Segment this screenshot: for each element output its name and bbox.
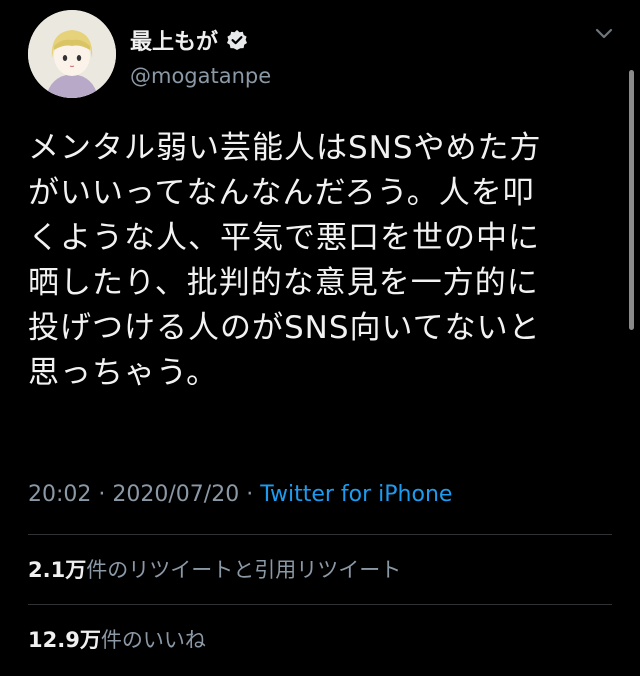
display-name-row[interactable]: 最上もが	[130, 24, 271, 56]
meta-separator: ·	[91, 482, 113, 507]
retweets-count: 2.1万	[28, 558, 87, 582]
divider	[28, 534, 612, 535]
tweet-line: メンタル弱い芸能人はSNSやめた方	[28, 130, 542, 166]
scrollbar[interactable]	[629, 70, 634, 330]
tweet-text: メンタル弱い芸能人はSNSやめた方 がいいってなんなんだろう。人を叩 くような人…	[28, 126, 618, 396]
handle[interactable]: @mogatanpe	[130, 64, 271, 88]
tweet-line: 思っちゃう。	[28, 355, 219, 391]
tweet-time[interactable]: 20:02	[28, 482, 91, 507]
meta-separator: ·	[239, 482, 261, 507]
display-name[interactable]: 最上もが	[130, 24, 218, 56]
likes-count: 12.9万	[28, 628, 101, 652]
tweet-line: 晒したり、批判的な意見を一方的に	[28, 265, 539, 301]
chevron-down-icon[interactable]	[594, 26, 614, 40]
divider	[28, 604, 612, 605]
tweet-line: 投げつける人のがSNS向いてないと	[28, 310, 541, 346]
tweet-meta: 20:02 · 2020/07/20 · Twitter for iPhone	[28, 482, 452, 507]
avatar-illustration	[28, 10, 116, 98]
likes-stat[interactable]: 12.9万件のいいね	[28, 624, 206, 654]
verified-badge-icon	[226, 29, 248, 51]
tweet-header: 最上もが @mogatanpe	[28, 10, 628, 100]
tweet-source-link[interactable]: Twitter for iPhone	[260, 482, 452, 507]
tweet-date[interactable]: 2020/07/20	[112, 482, 239, 507]
tweet-line: くような人、平気で悪口を世の中に	[28, 220, 540, 256]
retweets-label: 件のリツイートと引用リツイート	[86, 558, 402, 582]
likes-label: 件のいいね	[100, 628, 206, 652]
tweet-line: がいいってなんなんだろう。人を叩	[28, 175, 535, 211]
avatar[interactable]	[28, 10, 116, 98]
retweets-stat[interactable]: 2.1万件のリツイートと引用リツイート	[28, 554, 401, 584]
